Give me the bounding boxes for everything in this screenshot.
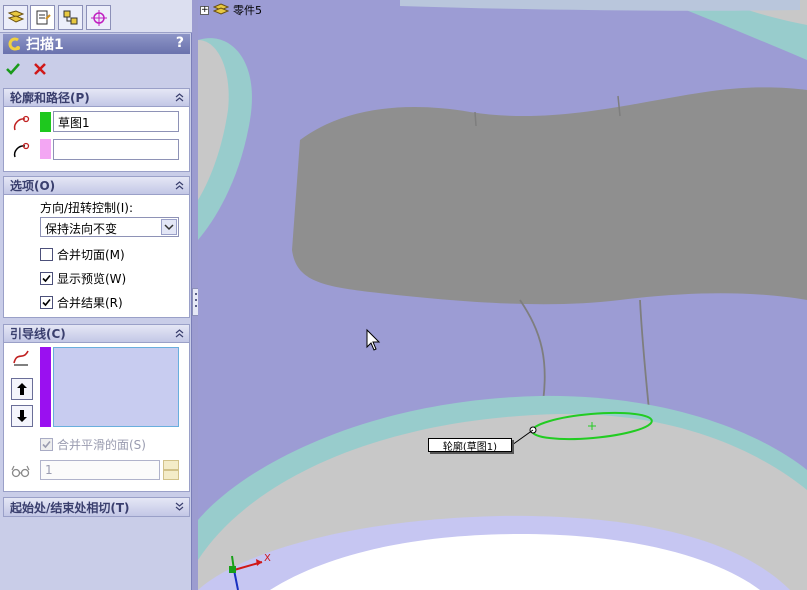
- orientation-value: 保持法向不变: [45, 222, 118, 236]
- manager-tabs: [0, 0, 192, 33]
- show-preview-checkbox[interactable]: 显示预览(W): [40, 270, 126, 287]
- options-header-label: 选项(O): [10, 179, 56, 193]
- spin-up-icon: [163, 460, 179, 470]
- tangency-header[interactable]: 起始处/结束处相切(T): [4, 498, 189, 516]
- checkmark-icon: [6, 63, 20, 75]
- checkmark-icon: [42, 274, 51, 283]
- cancel-button[interactable]: [31, 60, 49, 78]
- property-manager: 扫描1 ? 轮廓和路径(P) 草图1 选项(O) 方向/扭转控制(I): 保持法…: [0, 0, 192, 590]
- options-group: 选项(O) 方向/扭转控制(I): 保持法向不变 合并切面(M) 显示预览(W): [3, 176, 190, 318]
- chevron-up-icon: [175, 181, 184, 190]
- configuration-manager-tab[interactable]: [58, 5, 83, 30]
- path-icon: [10, 140, 32, 162]
- merge-smooth-box: [40, 438, 53, 451]
- guide-curves-header-label: 引导线(C): [10, 327, 66, 341]
- guide-curve-icon: [10, 346, 32, 368]
- orientation-dropdown[interactable]: 保持法向不变: [40, 217, 179, 237]
- model-viewport: [198, 0, 807, 590]
- checkmark-icon: [42, 298, 51, 307]
- feature-manager-tab[interactable]: [3, 5, 28, 30]
- dimxpert-icon: [90, 9, 107, 26]
- property-manager-tab[interactable]: [30, 5, 55, 30]
- feature-manager-icon: [7, 9, 24, 23]
- guide-curves-header[interactable]: 引导线(C): [4, 325, 189, 343]
- options-header[interactable]: 选项(O): [4, 177, 189, 195]
- chevron-down-icon: [161, 219, 177, 235]
- guide-curves-color-swatch: [40, 347, 51, 427]
- path-selection-box[interactable]: [53, 139, 179, 160]
- profile-path-header-label: 轮廓和路径(P): [10, 91, 90, 105]
- expand-icon[interactable]: +: [200, 5, 209, 15]
- profile-color-swatch: [40, 112, 51, 132]
- path-color-swatch: [40, 139, 51, 159]
- profile-path-group: 轮廓和路径(P) 草图1: [3, 88, 190, 172]
- close-icon: [34, 63, 46, 75]
- part-icon: [213, 3, 229, 15]
- section-count-spinner[interactable]: [163, 460, 179, 480]
- arrow-up-icon: [17, 383, 27, 395]
- merge-result-box: [40, 296, 53, 309]
- sweep-icon: [5, 35, 23, 53]
- feature-tree-flyout: + 零件5: [200, 2, 262, 18]
- part-name[interactable]: 零件5: [233, 2, 262, 18]
- ok-cancel-bar: [4, 60, 49, 80]
- show-preview-label: 显示预览(W): [57, 272, 127, 286]
- move-up-button[interactable]: [11, 378, 33, 400]
- dimxpert-tab[interactable]: [86, 5, 111, 30]
- tangency-group: 起始处/结束处相切(T): [3, 497, 190, 517]
- glasses-icon: [10, 460, 32, 482]
- guide-curves-list[interactable]: [53, 347, 179, 427]
- spin-down-icon: [163, 470, 179, 480]
- ok-button[interactable]: [4, 60, 22, 78]
- feature-title-bar: 扫描1 ?: [3, 34, 190, 54]
- axis-x-label: X: [264, 553, 271, 564]
- guide-curves-group: 引导线(C) 合并平滑的面(S) 1: [3, 324, 190, 492]
- merge-result-label: 合并结果(R): [57, 296, 123, 310]
- configuration-manager-icon: [63, 10, 77, 24]
- tangency-header-label: 起始处/结束处相切(T): [10, 500, 130, 515]
- arrow-down-icon: [17, 410, 27, 422]
- chevron-up-icon: [175, 93, 184, 102]
- move-down-button[interactable]: [11, 405, 33, 427]
- merge-smooth-checkbox[interactable]: 合并平滑的面(S): [40, 436, 146, 453]
- merge-result-checkbox[interactable]: 合并结果(R): [40, 294, 123, 311]
- show-preview-box: [40, 272, 53, 285]
- section-count-input[interactable]: 1: [40, 460, 160, 480]
- graphics-area[interactable]: 轮廓(草图1) X: [198, 0, 807, 590]
- profile-path-header[interactable]: 轮廓和路径(P): [4, 89, 189, 107]
- profile-icon: [10, 113, 32, 135]
- chevron-up-icon: [175, 329, 184, 338]
- merge-smooth-label: 合并平滑的面(S): [57, 438, 146, 452]
- profile-callout[interactable]: 轮廓(草图1): [428, 438, 512, 453]
- chevron-down-icon: [175, 502, 184, 511]
- checkmark-icon: [42, 440, 51, 449]
- merge-tangent-box: [40, 248, 53, 261]
- merge-tangent-checkbox[interactable]: 合并切面(M): [40, 246, 125, 263]
- feature-title: 扫描1: [26, 37, 64, 53]
- property-manager-icon: [36, 10, 51, 24]
- merge-tangent-label: 合并切面(M): [57, 248, 125, 262]
- profile-selection-box[interactable]: 草图1: [53, 111, 179, 132]
- help-button[interactable]: ?: [176, 35, 184, 51]
- orientation-label: 方向/扭转控制(I):: [40, 201, 133, 215]
